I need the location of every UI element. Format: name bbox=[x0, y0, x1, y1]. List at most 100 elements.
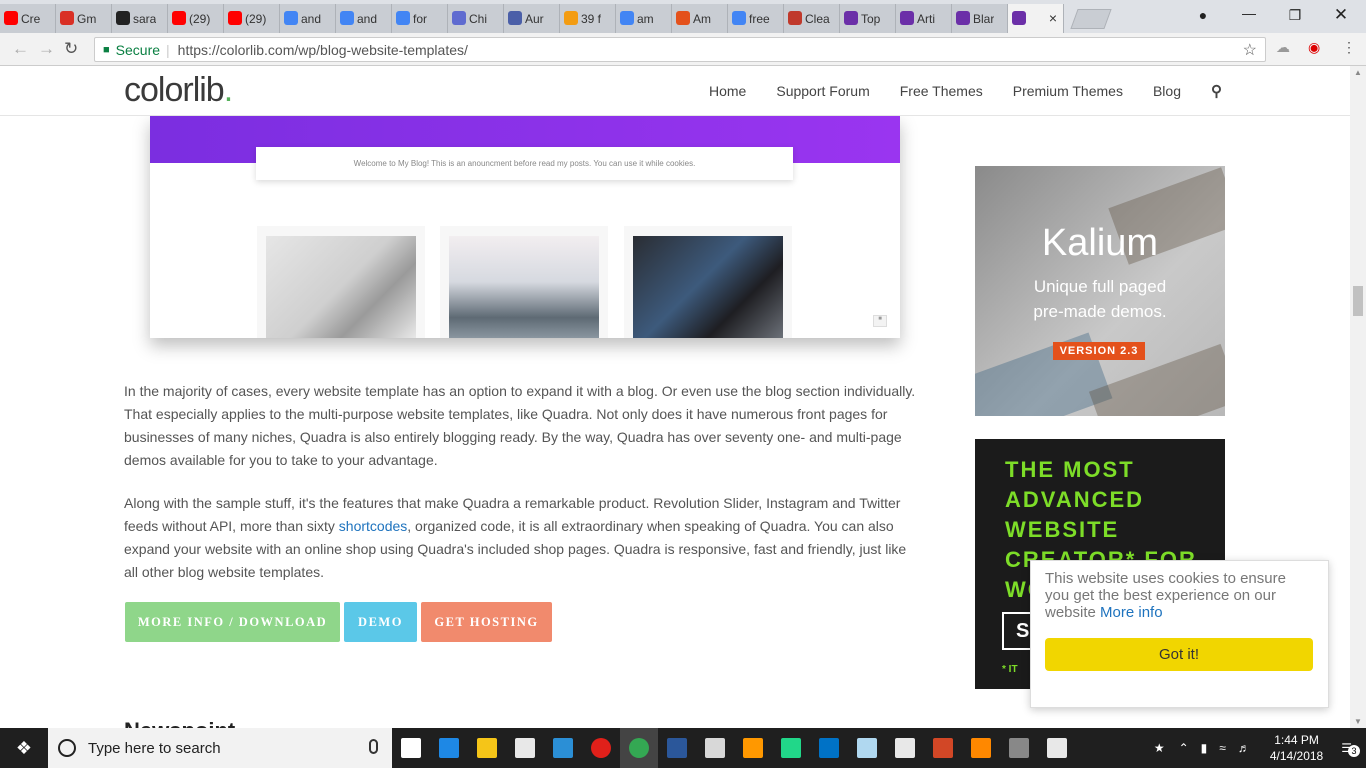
browser-tab[interactable]: Blar bbox=[952, 4, 1008, 33]
minimize-button[interactable]: — bbox=[1226, 0, 1272, 28]
tab-label: free bbox=[749, 11, 770, 26]
browser-tab[interactable]: Gm bbox=[56, 4, 112, 33]
close-tab-icon[interactable]: × bbox=[1049, 10, 1057, 26]
profile-icon[interactable]: ● bbox=[1180, 0, 1226, 30]
mail-icon[interactable] bbox=[506, 728, 544, 768]
microphone-icon[interactable] bbox=[369, 739, 378, 754]
clapper-icon[interactable] bbox=[1038, 728, 1076, 768]
url-text[interactable]: https://colorlib.com/wp/blog-website-tem… bbox=[178, 42, 468, 58]
edge-icon[interactable] bbox=[430, 728, 468, 768]
tab-label: Arti bbox=[917, 11, 935, 26]
shortcodes-link[interactable]: shortcodes bbox=[339, 518, 407, 534]
opera-extension-icon[interactable]: ◉ bbox=[1308, 39, 1320, 56]
powerpoint-icon[interactable] bbox=[924, 728, 962, 768]
people-icon[interactable]: ★ bbox=[1154, 741, 1165, 755]
kalium-ad[interactable]: Kalium Unique full paged pre-made demos. … bbox=[975, 166, 1225, 416]
nav-blog[interactable]: Blog bbox=[1153, 83, 1181, 99]
extension-icon[interactable]: ☁ bbox=[1276, 39, 1290, 56]
photos-icon[interactable] bbox=[886, 728, 924, 768]
browser-tab[interactable]: × bbox=[1008, 4, 1064, 33]
nav-home[interactable]: Home bbox=[709, 83, 746, 99]
notification-icon[interactable]: ☰ 3 bbox=[1341, 741, 1360, 757]
nav-support-forum[interactable]: Support Forum bbox=[776, 83, 869, 99]
s-icon bbox=[508, 11, 522, 25]
cube-icon[interactable] bbox=[848, 728, 886, 768]
battery-icon[interactable]: ▮ bbox=[1201, 741, 1208, 755]
scroll-up-icon[interactable]: ▲ bbox=[1354, 68, 1362, 77]
reload-icon[interactable]: ↻ bbox=[64, 39, 78, 59]
fire-icon bbox=[676, 11, 690, 25]
pycharm-icon[interactable] bbox=[772, 728, 810, 768]
chrome-icon[interactable] bbox=[620, 728, 658, 768]
demo-button[interactable]: DEMO bbox=[344, 602, 417, 642]
windows-start-icon[interactable]: ❖ bbox=[0, 728, 48, 768]
bookmark-star-icon[interactable]: ☆ bbox=[1243, 40, 1257, 60]
opera-icon[interactable] bbox=[582, 728, 620, 768]
secure-label: Secure bbox=[115, 41, 161, 58]
cookie-got-it-button[interactable]: Got it! bbox=[1045, 638, 1313, 671]
task-view-icon[interactable] bbox=[392, 728, 430, 768]
browser-tab[interactable]: for bbox=[392, 4, 448, 33]
new-tab-button[interactable] bbox=[1070, 9, 1112, 29]
search-icon[interactable]: ⚲ bbox=[1211, 82, 1222, 100]
omnibox[interactable]: ■ Secure | https://colorlib.com/wp/blog-… bbox=[94, 37, 1266, 62]
page-content: colorlib. Home Support Forum Free Themes… bbox=[0, 66, 1350, 728]
google-icon bbox=[732, 11, 746, 25]
browser-tab[interactable]: Cre bbox=[0, 4, 56, 33]
tab-label: and bbox=[357, 11, 378, 26]
template-preview-image[interactable]: Welcome to My Blog! This is an anouncmen… bbox=[150, 116, 900, 338]
scroll-down-icon[interactable]: ▼ bbox=[1354, 717, 1362, 726]
browser-tab[interactable]: and bbox=[336, 4, 392, 33]
browser-tab[interactable]: am bbox=[616, 4, 672, 33]
vlc-icon[interactable] bbox=[962, 728, 1000, 768]
back-icon[interactable]: ← bbox=[12, 39, 29, 59]
taskbar-search-box[interactable]: Type here to search bbox=[48, 728, 392, 768]
windows-taskbar: ❖ Type here to search ★ ⌃ ▮ ≈ ♬ 1:44 PM 4… bbox=[0, 728, 1366, 768]
browser-tab[interactable]: Clea bbox=[784, 4, 840, 33]
page-scrollbar[interactable]: ▲ ▼ bbox=[1350, 66, 1366, 728]
browser-tab[interactable]: Chi bbox=[448, 4, 504, 33]
browser-tab[interactable]: and bbox=[280, 4, 336, 33]
logo-text: colorlib bbox=[124, 71, 225, 109]
taskbar-clock[interactable]: 1:44 PM 4/14/2018 bbox=[1270, 732, 1323, 764]
browser-tab[interactable]: free bbox=[728, 4, 784, 33]
browser-tab[interactable]: Aur bbox=[504, 4, 560, 33]
tab-label: and bbox=[301, 11, 322, 26]
tab-label: Blar bbox=[973, 11, 995, 26]
get-hosting-button[interactable]: GET HOSTING bbox=[421, 602, 552, 642]
sublime-icon[interactable] bbox=[734, 728, 772, 768]
tray-expand-icon[interactable]: ⌃ bbox=[1179, 741, 1189, 755]
browser-tab[interactable]: Top bbox=[840, 4, 896, 33]
volume-icon[interactable]: ♬ bbox=[1238, 741, 1250, 755]
logo-dot: . bbox=[223, 71, 234, 109]
file-explorer-icon[interactable] bbox=[468, 728, 506, 768]
browser-tab[interactable]: Arti bbox=[896, 4, 952, 33]
maximize-button[interactable]: ❐ bbox=[1272, 0, 1318, 30]
browser-tab[interactable]: Am bbox=[672, 4, 728, 33]
paint-icon[interactable] bbox=[696, 728, 734, 768]
forward-icon[interactable]: → bbox=[38, 39, 55, 59]
terminal-icon[interactable] bbox=[1000, 728, 1038, 768]
close-window-button[interactable]: ✕ bbox=[1318, 0, 1364, 30]
her-icon bbox=[564, 11, 578, 25]
browser-tab[interactable]: (29) bbox=[224, 4, 280, 33]
browser-tab[interactable]: sara bbox=[112, 4, 168, 33]
menu-icon[interactable]: ⋮ bbox=[1342, 39, 1356, 56]
preview-badge-icon: ■ bbox=[873, 315, 887, 327]
shark-icon[interactable] bbox=[544, 728, 582, 768]
wifi-icon[interactable]: ≈ bbox=[1219, 741, 1226, 755]
browser-tab[interactable]: (29) bbox=[168, 4, 224, 33]
outlook-icon[interactable] bbox=[810, 728, 848, 768]
browser-tab[interactable]: 39 f bbox=[560, 4, 616, 33]
scroll-thumb[interactable] bbox=[1353, 286, 1363, 316]
nav-premium-themes[interactable]: Premium Themes bbox=[1013, 83, 1123, 99]
main-nav: Home Support Forum Free Themes Premium T… bbox=[694, 66, 1237, 116]
word-icon[interactable] bbox=[658, 728, 696, 768]
more-info-download-button[interactable]: MORE INFO / DOWNLOAD bbox=[125, 602, 340, 642]
search-placeholder: Type here to search bbox=[88, 739, 221, 757]
tab-label: Cre bbox=[21, 11, 41, 26]
google-icon bbox=[340, 11, 354, 25]
nav-free-themes[interactable]: Free Themes bbox=[900, 83, 983, 99]
cookie-more-info-link[interactable]: More info bbox=[1100, 604, 1163, 621]
site-logo[interactable]: colorlib. bbox=[124, 71, 234, 110]
